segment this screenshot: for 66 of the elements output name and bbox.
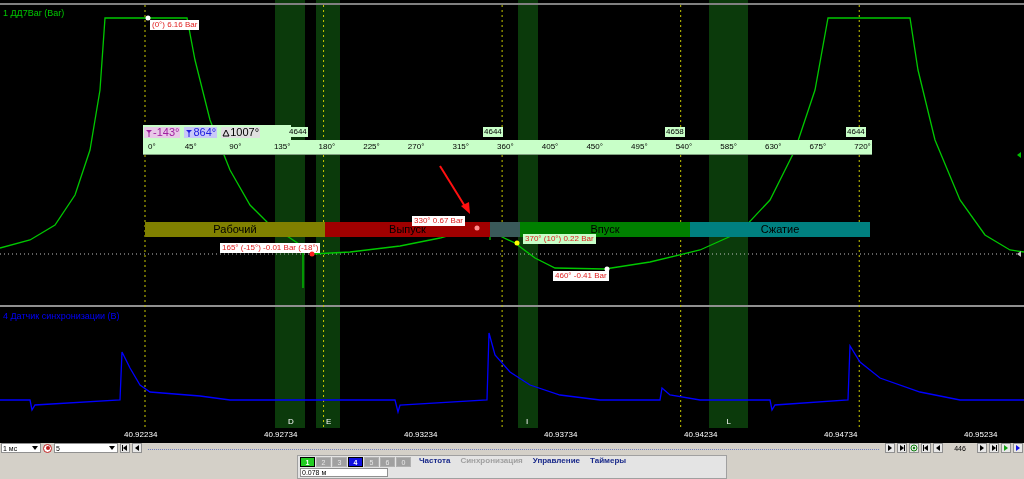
degree-tick-label: 540°: [675, 143, 693, 151]
next-icon[interactable]: [977, 443, 987, 453]
degree-tick-label: 450°: [586, 143, 603, 151]
phase-gap: [490, 222, 520, 237]
group-title: Управление: [531, 457, 581, 467]
delta-readout: 1007°: [221, 127, 261, 138]
marker-label: 165° (-15°) -0.01 Bar (-18°): [220, 243, 321, 253]
arrow: [439, 165, 470, 214]
degree-tick-label: 225°: [363, 143, 380, 151]
previous-icon[interactable]: [933, 443, 943, 453]
marker-label: 460° -0.41 Bar: [553, 271, 609, 281]
zone-letter: L: [726, 418, 731, 426]
degree-tick-label: 675°: [809, 143, 827, 151]
record-icon[interactable]: [43, 443, 52, 453]
rpm-label: 4644: [846, 127, 866, 137]
phase-band: Сжатие: [690, 222, 870, 237]
degree-tick-label: 585°: [720, 143, 737, 151]
group-title: Синхронизация: [459, 457, 524, 467]
degree-tick-label: 0°: [148, 143, 156, 151]
degree-tick-label: 720°: [854, 143, 871, 151]
cursor-icon: [145, 128, 153, 137]
degree-tick-label: 270°: [407, 143, 425, 151]
degree-tick-label: 135°: [273, 143, 291, 151]
marker-label: 330° 0.67 Bar: [412, 216, 465, 226]
rpm-label: 4644: [288, 127, 308, 137]
rpm-label: 4658: [665, 127, 685, 137]
phase-band: Рабочий: [145, 222, 325, 237]
level-marker-icon[interactable]: [1015, 250, 1023, 258]
degree-tick-label: 630°: [764, 143, 782, 151]
channel-label: 1 ДД7Bar (Bar): [3, 9, 65, 18]
degree-tick-label: 45°: [184, 143, 197, 151]
cursor-icon: [185, 128, 194, 137]
phase-band: Выпуск: [325, 222, 490, 237]
first-frame-icon[interactable]: [120, 443, 130, 453]
degree-tick-label: 405°: [541, 143, 559, 151]
time-tick-label: 40.92234: [124, 431, 158, 439]
degree-tick-label: 180°: [318, 143, 336, 151]
delta-icon: [222, 128, 231, 137]
time-tick-label: 40.94234: [684, 431, 718, 439]
degree-tick-label: 315°: [452, 143, 469, 151]
last-frame-icon[interactable]: [989, 443, 999, 453]
last-frame-icon[interactable]: [897, 443, 907, 453]
play-icon[interactable]: [1013, 443, 1023, 453]
previous-icon[interactable]: [132, 443, 142, 453]
group-title: Таймеры: [589, 457, 628, 467]
channel-label: 4 Датчик синхронизации (В): [3, 312, 120, 321]
target-icon[interactable]: [909, 443, 919, 453]
zone-letter: I: [526, 418, 529, 426]
time-tick-label: 40.94734: [824, 431, 858, 439]
degree-tick-label: 90°: [229, 143, 242, 151]
left-cursor-readout: -143°: [144, 127, 181, 138]
zone-letter: E: [326, 418, 332, 426]
rpm-label: 4644: [483, 127, 503, 137]
degree-tick-label: 495°: [631, 143, 648, 151]
right-cursor-readout: 864°: [184, 127, 218, 138]
time-tick-label: 40.93234: [404, 431, 438, 439]
degree-tick-label: 360°: [497, 143, 514, 151]
time-tick-label: 40.93734: [544, 431, 578, 439]
time-tick-label: 40.92734: [264, 431, 298, 439]
first-frame-icon[interactable]: [921, 443, 931, 453]
time-tick-label: 40.95234: [964, 431, 998, 439]
level-marker-icon[interactable]: [1015, 151, 1023, 159]
zone-letter: D: [288, 418, 294, 426]
group-title: Частота: [418, 457, 452, 467]
marker-label: (0°) 6.16 Bar: [150, 20, 200, 30]
marker-label: 370° (10°) 0.22 Bar: [523, 234, 596, 244]
